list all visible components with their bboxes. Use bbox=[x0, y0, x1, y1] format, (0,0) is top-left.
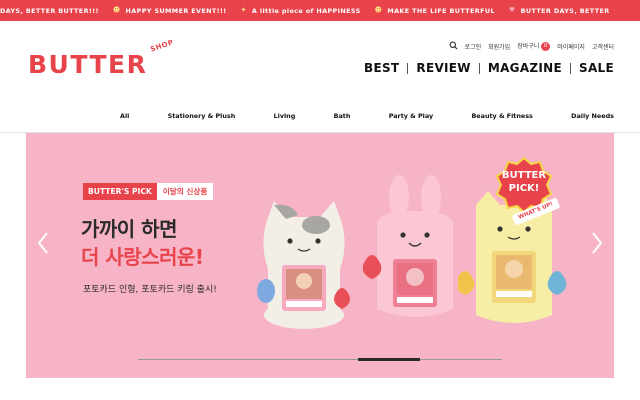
bunny-plush-image bbox=[363, 175, 453, 317]
ticker-text: R DAYS, BETTER BUTTER!!! bbox=[0, 6, 99, 15]
heart-icon: ♥ bbox=[508, 6, 516, 14]
ticker-item: ☻ HAPPY SUMMER EVENT!!! bbox=[113, 7, 227, 15]
carousel-progress-bar[interactable] bbox=[138, 358, 502, 361]
smile-icon: ☻ bbox=[374, 6, 383, 14]
banner-headline: 가까이 하면 bbox=[81, 217, 177, 241]
utility-nav: 로그인 회원가입 장바구니 0 마이페이지 고객센터 bbox=[449, 40, 614, 52]
carousel-next-button[interactable] bbox=[586, 228, 608, 258]
sparkle-icon: ✦ bbox=[240, 6, 247, 14]
category-party-play[interactable]: Party & Play bbox=[389, 112, 433, 124]
nav-divider bbox=[570, 62, 572, 74]
ticker-text: MAKE THE LIFE BUTTERFUL bbox=[387, 6, 495, 15]
cart-label: 장바구니 bbox=[517, 43, 540, 50]
cart-count-badge: 0 bbox=[541, 42, 551, 51]
category-bath[interactable]: Bath bbox=[334, 112, 351, 124]
nav-divider bbox=[407, 62, 409, 74]
cat-plush-image bbox=[257, 201, 350, 329]
pick-tag-label: BUTTER'S PICK bbox=[83, 183, 157, 200]
chevron-left-icon bbox=[37, 232, 48, 254]
ticker-text: A little piece of HAPPINESS bbox=[251, 6, 361, 15]
ticker-text: BUTTER DAYS, BETTER bbox=[520, 6, 610, 15]
ticker-track: R DAYS, BETTER BUTTER!!! ☻ HAPPY SUMMER E… bbox=[0, 0, 610, 21]
pick-tag-sublabel: 이달의 신상품 bbox=[156, 183, 214, 200]
hero-banner[interactable]: BUTTER'S PICK 이달의 신상품 가까이 하면 더 사랑스러운! 포토… bbox=[26, 133, 614, 378]
banner-subline: 포토카드 인형, 포토카드 키링 출시! bbox=[83, 285, 217, 295]
chevron-right-icon bbox=[592, 232, 603, 254]
butter-pick-badge: BUTTER PICK! WHAT'S UP! bbox=[494, 156, 561, 226]
announcement-ticker: R DAYS, BETTER BUTTER!!! ☻ HAPPY SUMMER E… bbox=[0, 0, 640, 21]
category-all[interactable]: All bbox=[120, 112, 129, 124]
category-daily-needs[interactable]: Daily Needs bbox=[571, 112, 614, 124]
badge-text: BUTTER bbox=[501, 170, 547, 181]
ticker-text: HAPPY SUMMER EVENT!!! bbox=[125, 6, 227, 15]
cart-link[interactable]: 장바구니 0 bbox=[517, 41, 551, 51]
pick-tag: BUTTER'S PICK 이달의 신상품 bbox=[83, 183, 214, 200]
mypage-link[interactable]: 마이페이지 bbox=[557, 42, 585, 51]
category-nav: All Stationery & Plush Living Bath Party… bbox=[120, 112, 614, 124]
join-link[interactable]: 회원가입 bbox=[488, 42, 510, 51]
logo-shop-badge: SHOP bbox=[149, 38, 175, 54]
category-living[interactable]: Living bbox=[274, 112, 296, 124]
support-link[interactable]: 고객센터 bbox=[592, 42, 614, 51]
nav-divider bbox=[478, 62, 480, 74]
nav-best[interactable]: BEST bbox=[364, 61, 399, 75]
ticker-item: ☻ MAKE THE LIFE BUTTERFUL bbox=[375, 7, 495, 15]
category-stationery-plush[interactable]: Stationery & Plush bbox=[168, 112, 236, 124]
carousel-prev-button[interactable] bbox=[32, 228, 54, 258]
carousel-progress-fill bbox=[358, 358, 421, 361]
ticker-item: ♥ BUTTER DAYS, BETTER bbox=[509, 7, 610, 15]
nav-sale[interactable]: SALE bbox=[579, 61, 614, 75]
logo-wordmark: BUTTER bbox=[28, 50, 148, 79]
banner-headline-accent: 더 사랑스러운! bbox=[81, 245, 204, 269]
search-icon[interactable] bbox=[449, 41, 458, 52]
main-nav: BEST REVIEW MAGAZINE SALE bbox=[364, 61, 614, 75]
ticker-item: R DAYS, BETTER BUTTER!!! bbox=[0, 7, 99, 15]
category-beauty-fitness[interactable]: Beauty & Fitness bbox=[471, 112, 532, 124]
login-link[interactable]: 로그인 bbox=[465, 42, 482, 51]
badge-text: PICK! bbox=[508, 183, 540, 194]
nav-magazine[interactable]: MAGAZINE bbox=[488, 61, 562, 75]
nav-review[interactable]: REVIEW bbox=[416, 61, 470, 75]
ticker-item: ✦ A little piece of HAPPINESS bbox=[241, 7, 361, 15]
site-logo[interactable]: BUTTER SHOP bbox=[28, 38, 175, 80]
smile-icon: ☻ bbox=[112, 6, 121, 14]
